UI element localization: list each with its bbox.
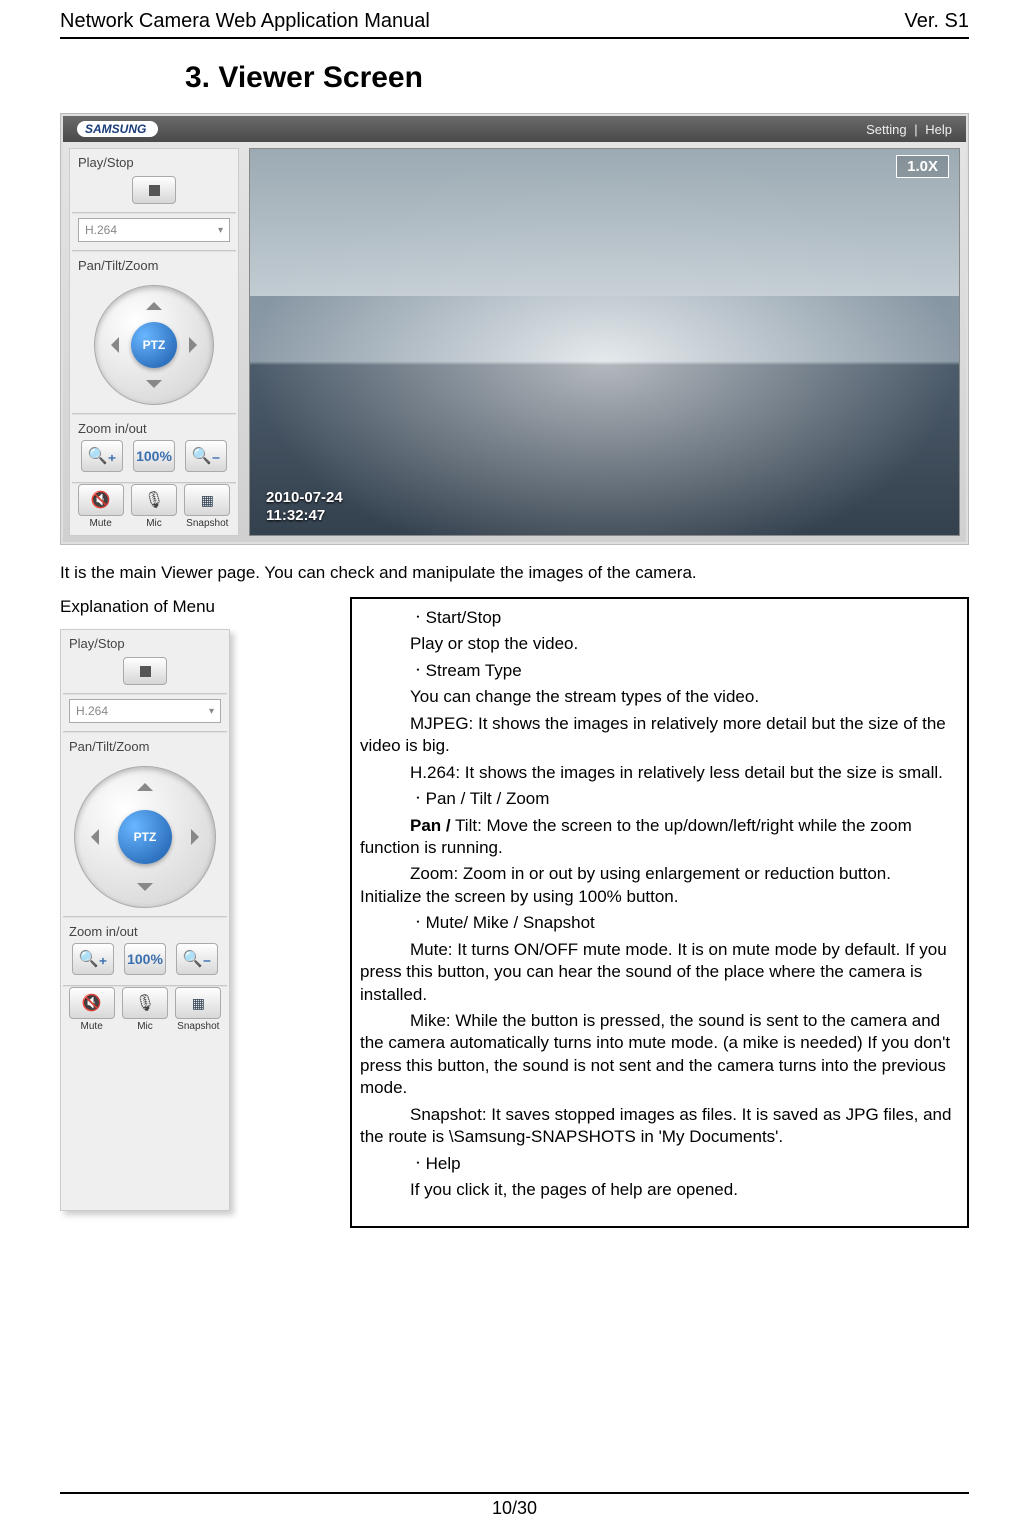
zoom-label-2: Zoom in/out: [61, 918, 229, 941]
snapshot-button[interactable]: ▦ Snapshot: [183, 484, 231, 529]
zoom-out-button[interactable]: 🔍₋: [185, 440, 227, 472]
snapshot-icon-2: ▦: [192, 995, 205, 1012]
desc-startstop-b: Play or stop the video.: [360, 633, 955, 655]
header-right: Ver. S1: [905, 10, 970, 33]
ptz-label: Pan/Tilt/Zoom: [70, 252, 238, 275]
video-timestamp: 2010-07-24 11:32:47: [266, 489, 343, 525]
ptz-up-icon-2[interactable]: [137, 775, 153, 791]
zoom-out-button-2[interactable]: 🔍₋: [176, 943, 218, 975]
stop-icon: [149, 185, 160, 196]
mute-label-2: Mute: [81, 1021, 103, 1032]
stream-type-select-2[interactable]: H.264 ▾: [69, 699, 221, 723]
ptz-down-icon-2[interactable]: [137, 883, 153, 899]
mic-label: Mic: [146, 518, 162, 529]
brand-logo: SAMSUNG: [77, 121, 158, 137]
play-stop-label-2: Play/Stop: [61, 630, 229, 653]
section-title: 3. Viewer Screen: [185, 61, 969, 95]
play-stop-button-2[interactable]: [123, 657, 167, 685]
zoom-100-button[interactable]: 100%: [133, 440, 175, 472]
ptz-down-icon[interactable]: [146, 380, 162, 396]
zoom-indicator: 1.0X: [896, 155, 949, 178]
video-time: 11:32:47: [266, 507, 343, 525]
ptz-label-2: Pan/Tilt/Zoom: [61, 733, 229, 756]
stop-icon-2: [140, 666, 151, 677]
zoom-in-button[interactable]: 🔍₊: [81, 440, 123, 472]
page-footer: 10/30: [60, 1492, 969, 1519]
mute-label: Mute: [90, 518, 112, 529]
mic-button[interactable]: 🎙 Mic: [130, 484, 178, 529]
ptz-wheel-2[interactable]: PTZ: [74, 766, 216, 908]
ptz-right-icon[interactable]: [189, 337, 205, 353]
zoom-label: Zoom in/out: [70, 415, 238, 438]
desc-startstop-h: ㆍStart/Stop: [360, 607, 955, 629]
chevron-down-icon: ▾: [218, 225, 223, 236]
zoom-in-button-2[interactable]: 🔍₊: [72, 943, 114, 975]
mute-icon: 🔇: [91, 490, 111, 510]
viewer-topbar: SAMSUNG Setting | Help: [63, 116, 966, 142]
viewer-screenshot: SAMSUNG Setting | Help Play/Stop H.264 ▾: [60, 113, 969, 545]
ptz-center-button[interactable]: PTZ: [131, 322, 177, 368]
header-left: Network Camera Web Application Manual: [60, 10, 430, 33]
desc-ptz-2: Zoom: Zoom in or out by using enlargemen…: [360, 863, 955, 908]
mute-button-2[interactable]: 🔇 Mute: [68, 987, 116, 1032]
stream-type-value: H.264: [85, 223, 117, 237]
topbar-right: Setting | Help: [862, 122, 952, 137]
video-pane: 1.0X 2010-07-24 11:32:47: [249, 148, 960, 536]
zoom-100-label: 100%: [136, 448, 172, 464]
zoom-100-label-2: 100%: [127, 951, 163, 967]
zoom-out-icon: 🔍₋: [192, 446, 220, 466]
desc-mms-1: Mute: It turns ON/OFF mute mode. It is o…: [360, 939, 955, 1006]
ptz-right-icon-2[interactable]: [191, 829, 207, 845]
ptz-wheel[interactable]: PTZ: [94, 285, 214, 405]
control-panel: Play/Stop H.264 ▾ Pan/Tilt/Zoom: [69, 148, 239, 536]
desc-stream-2: MJPEG: It shows the images in relatively…: [360, 713, 955, 758]
control-panel-figure: Play/Stop H.264 ▾ Pan/Tilt/Zoom: [60, 629, 230, 1211]
chevron-down-icon-2: ▾: [209, 706, 214, 717]
description-box: ㆍStart/Stop Play or stop the video. ㆍStr…: [350, 597, 969, 1228]
play-stop-label: Play/Stop: [70, 149, 238, 172]
mic-icon-2: 🎙: [135, 993, 155, 1013]
ptz-up-icon[interactable]: [146, 294, 162, 310]
snapshot-label: Snapshot: [186, 518, 228, 529]
desc-mms-3: Snapshot: It saves stopped images as fil…: [360, 1104, 955, 1149]
mic-label-2: Mic: [137, 1021, 153, 1032]
ptz-left-icon[interactable]: [103, 337, 119, 353]
mic-icon: 🎙: [144, 490, 164, 510]
desc-mms-h: ㆍMute/ Mike / Snapshot: [360, 912, 955, 934]
play-stop-button[interactable]: [132, 176, 176, 204]
stream-type-select[interactable]: H.264 ▾: [78, 218, 230, 242]
video-date: 2010-07-24: [266, 489, 343, 507]
desc-help-b: If you click it, the pages of help are o…: [360, 1179, 955, 1201]
ptz-center-button-2[interactable]: PTZ: [118, 810, 172, 864]
help-link[interactable]: Help: [925, 122, 952, 137]
snapshot-button-2[interactable]: ▦ Snapshot: [174, 987, 222, 1032]
mic-button-2[interactable]: 🎙 Mic: [121, 987, 169, 1032]
menu-column-title: Explanation of Menu: [60, 597, 320, 617]
zoom-in-icon: 🔍₊: [88, 446, 116, 466]
page-header: Network Camera Web Application Manual Ve…: [60, 10, 969, 39]
desc-ptz-1: Pan / Tilt: Move the screen to the up/do…: [360, 815, 955, 860]
stream-type-value-2: H.264: [76, 704, 108, 718]
desc-help-h: ㆍHelp: [360, 1153, 955, 1175]
topbar-sep: |: [914, 122, 917, 137]
desc-mms-2: Mike: While the button is pressed, the s…: [360, 1010, 955, 1100]
desc-stream-h: ㆍStream Type: [360, 660, 955, 682]
mute-icon-2: 🔇: [82, 993, 102, 1013]
snapshot-label-2: Snapshot: [177, 1021, 219, 1032]
zoom-out-icon-2: 🔍₋: [183, 949, 211, 969]
mute-button[interactable]: 🔇 Mute: [77, 484, 125, 529]
desc-stream-3: H.264: It shows the images in relatively…: [360, 762, 955, 784]
snapshot-icon: ▦: [201, 492, 214, 509]
zoom-100-button-2[interactable]: 100%: [124, 943, 166, 975]
intro-text: It is the main Viewer page. You can chec…: [60, 563, 969, 583]
zoom-in-icon-2: 🔍₊: [79, 949, 107, 969]
ptz-left-icon-2[interactable]: [83, 829, 99, 845]
desc-stream-1: You can change the stream types of the v…: [360, 686, 955, 708]
setting-link[interactable]: Setting: [866, 122, 906, 137]
desc-ptz-h: ㆍPan / Tilt / Zoom: [360, 788, 955, 810]
